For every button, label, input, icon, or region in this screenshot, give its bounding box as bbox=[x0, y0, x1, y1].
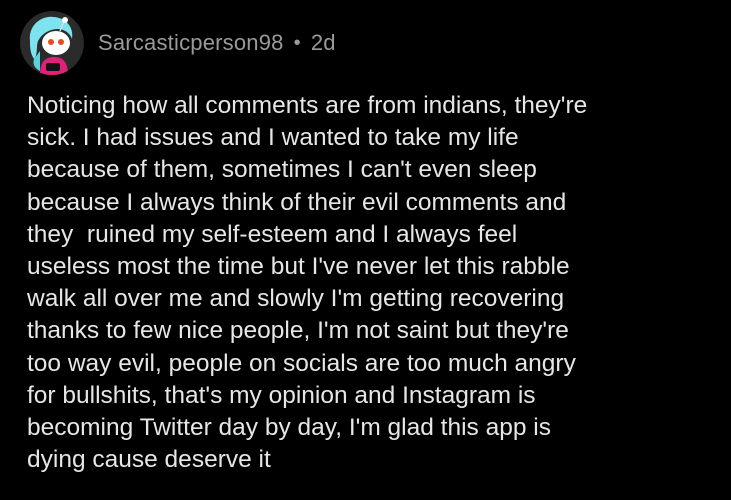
snoo-avatar-icon[interactable] bbox=[20, 11, 84, 75]
comment-body-line: walk all over me and slowly I'm getting … bbox=[27, 285, 565, 313]
comment-body-line: sick. I had issues and I wanted to take … bbox=[27, 124, 519, 152]
comment-age: 2d bbox=[310, 30, 336, 55]
comment-body: Noticing how all comments are from india… bbox=[27, 90, 717, 476]
comment-body-line: thanks to few nice people, I'm not saint… bbox=[27, 317, 569, 345]
meta-separator: • bbox=[293, 32, 301, 54]
comment-body-line: because of them, sometimes I can't even … bbox=[27, 156, 537, 184]
comment-body-line: for bullshits, that's my opinion and Ins… bbox=[27, 381, 536, 409]
comment-header: Sarcasticperson98 • 2d bbox=[20, 8, 336, 78]
comment-body-line: because I always think of their evil com… bbox=[27, 188, 567, 216]
comment-body-line: useless most the time but I've never let… bbox=[27, 253, 570, 281]
comment-body-line: becoming Twitter day by day, I'm glad th… bbox=[27, 414, 551, 442]
comment-body-line: they ruined my self-esteem and I always … bbox=[27, 220, 518, 248]
comment-screen: Sarcasticperson98 • 2d Noticing how all … bbox=[0, 0, 731, 500]
username-link[interactable]: Sarcasticperson98 bbox=[98, 30, 284, 56]
comment-body-line: dying cause deserve it bbox=[27, 446, 271, 474]
comment-meta: Sarcasticperson98 • 2d bbox=[98, 30, 336, 56]
comment-body-line: too way evil, people on socials are too … bbox=[27, 349, 576, 377]
comment-body-line: Noticing how all comments are from india… bbox=[27, 92, 588, 119]
